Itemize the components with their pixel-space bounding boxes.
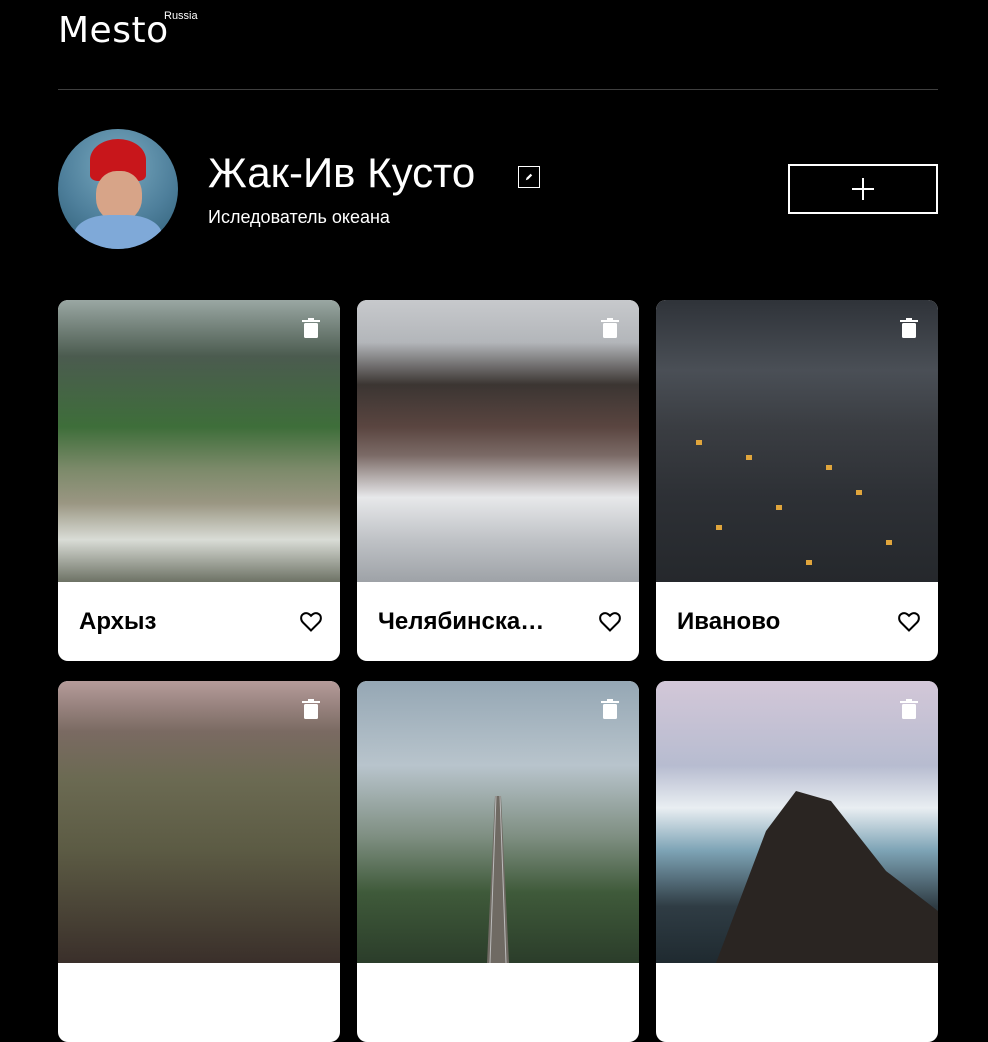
card-footer — [58, 963, 340, 1042]
card-footer: Иваново — [656, 582, 938, 661]
logo[interactable]: Mesto Russia — [58, 10, 198, 51]
header: Mesto Russia — [58, 0, 938, 90]
pencil-icon — [525, 173, 533, 181]
card-image[interactable] — [357, 300, 639, 582]
add-card-button[interactable] — [788, 164, 938, 214]
card-title: Челябинская область — [378, 607, 548, 635]
building-window — [806, 560, 812, 565]
profile-name: Жак-Ив Кусто — [208, 149, 476, 196]
building-window — [826, 465, 832, 470]
building-window — [856, 490, 862, 495]
card — [357, 681, 639, 1042]
card-footer: Архыз — [58, 582, 340, 661]
building-window — [716, 525, 722, 530]
logo-text: Mesto — [58, 10, 169, 51]
building-window — [886, 540, 892, 545]
card-image[interactable] — [656, 300, 938, 582]
card: Иваново — [656, 300, 938, 661]
card-title: Архыз — [79, 607, 157, 635]
avatar-shirt — [74, 215, 162, 249]
building-window — [746, 455, 752, 460]
trash-icon[interactable] — [900, 699, 918, 719]
heart-icon[interactable] — [898, 611, 920, 632]
building-window — [776, 505, 782, 510]
logo-superscript: Russia — [164, 10, 198, 22]
edit-profile-button[interactable] — [518, 166, 540, 188]
card-image[interactable] — [357, 681, 639, 963]
cards-grid: Архыз Челябинская область — [58, 300, 938, 1042]
card — [656, 681, 938, 1042]
heart-icon[interactable] — [300, 611, 322, 632]
card-footer: Челябинская область — [357, 582, 639, 661]
railway-tracks — [487, 795, 509, 963]
building-window — [696, 440, 702, 445]
trash-icon[interactable] — [601, 318, 619, 338]
trash-icon[interactable] — [302, 699, 320, 719]
trash-icon[interactable] — [302, 318, 320, 338]
card — [58, 681, 340, 1042]
trash-icon[interactable] — [601, 699, 619, 719]
card: Челябинская область — [357, 300, 639, 661]
avatar[interactable] — [58, 129, 178, 249]
card: Архыз — [58, 300, 340, 661]
card-image[interactable] — [58, 681, 340, 963]
avatar-face — [96, 171, 142, 221]
card-footer — [357, 963, 639, 1042]
trash-icon[interactable] — [900, 318, 918, 338]
plus-icon — [852, 178, 874, 200]
profile: Жак-Ив Кусто Иследователь океана — [58, 129, 938, 249]
card-image[interactable] — [58, 300, 340, 582]
card-footer — [656, 963, 938, 1042]
profile-about: Иследователь океана — [208, 207, 390, 227]
card-image[interactable] — [656, 681, 938, 963]
cliff-shape — [716, 791, 938, 963]
heart-icon[interactable] — [599, 611, 621, 632]
card-title: Иваново — [677, 607, 781, 635]
